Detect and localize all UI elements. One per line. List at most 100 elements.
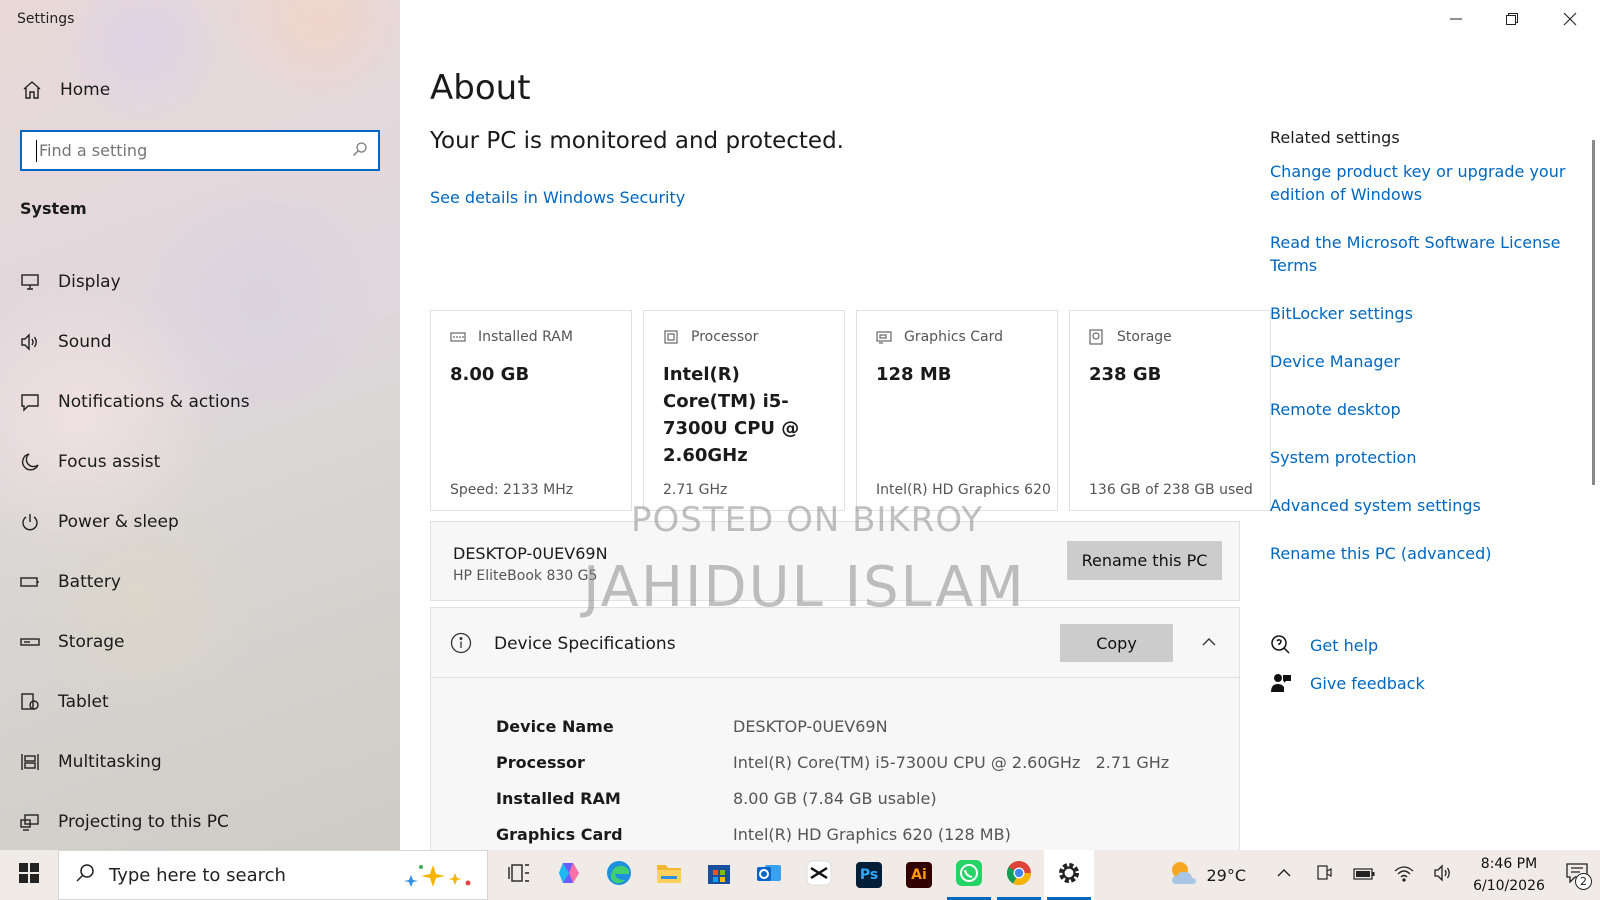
storage-drive-icon: [1089, 329, 1105, 345]
get-help-link[interactable]: Get help: [1270, 626, 1425, 664]
related-link-product-key[interactable]: Change product key or upgrade your editi…: [1270, 160, 1580, 206]
whatsapp-button[interactable]: [944, 850, 994, 900]
weather-widget[interactable]: 29°C: [1168, 850, 1246, 900]
give-feedback-link[interactable]: Give feedback: [1270, 664, 1425, 702]
sidebar-item-label: Projecting to this PC: [58, 812, 229, 832]
sidebar-item-focus-assist[interactable]: Focus assist: [0, 432, 400, 492]
restore-button[interactable]: [1484, 0, 1540, 40]
illustrator-button[interactable]: Ai: [894, 850, 944, 900]
sidebar-item-notifications[interactable]: Notifications & actions: [0, 372, 400, 432]
scrollbar-thumb[interactable]: [1592, 140, 1595, 485]
card-label: Processor: [691, 329, 759, 345]
pc-name-panel: DESKTOP-0UEV69N HP EliteBook 830 G5 Rena…: [430, 521, 1240, 601]
spec-key: Installed RAM: [496, 788, 621, 808]
related-link-system-protection[interactable]: System protection: [1270, 446, 1580, 469]
graphics-card-card: Graphics Card 128 MB Intel(R) HD Graphic…: [856, 310, 1058, 511]
sidebar-item-label: Focus assist: [58, 452, 161, 472]
microsoft-store-icon: [705, 859, 733, 891]
wifi-icon: [1394, 864, 1414, 886]
taskbar: Type here to search Ps Ai 29°C 8:46 PM 6…: [0, 850, 1600, 900]
sidebar-item-multitasking[interactable]: Multitasking: [0, 732, 400, 792]
chrome-icon: [1005, 859, 1033, 891]
sidebar-item-projecting[interactable]: Projecting to this PC: [0, 792, 400, 850]
card-sub: Speed: 2133 MHz: [450, 482, 574, 498]
sidebar-item-power-sleep[interactable]: Power & sleep: [0, 492, 400, 552]
find-setting-input[interactable]: [39, 141, 352, 160]
related-link-rename-advanced[interactable]: Rename this PC (advanced): [1270, 542, 1580, 565]
notification-count-badge: 2: [1575, 873, 1592, 890]
sidebar-item-sound[interactable]: Sound: [0, 312, 400, 372]
get-help-label: Get help: [1310, 635, 1379, 655]
message-icon: [19, 391, 41, 413]
volume-button[interactable]: [1424, 850, 1464, 900]
action-center-button[interactable]: 2: [1554, 850, 1600, 900]
sidebar-item-battery[interactable]: Battery: [0, 552, 400, 612]
section-title-system: System: [20, 199, 87, 218]
copy-button[interactable]: Copy: [1060, 624, 1173, 662]
edge-icon: [605, 859, 633, 891]
copilot-icon: [555, 859, 583, 891]
pc-model: HP EliteBook 830 G5: [453, 568, 598, 584]
chrome-button[interactable]: [994, 850, 1044, 900]
power-icon: [19, 511, 41, 533]
spec-rows: Device Name DESKTOP-0UEV69N Processor In…: [496, 708, 1169, 850]
sidebar-item-storage[interactable]: Storage: [0, 612, 400, 672]
card-label: Storage: [1117, 329, 1172, 345]
chevron-up-icon[interactable]: [1199, 632, 1219, 652]
start-button[interactable]: [0, 850, 58, 900]
related-link-remote-desktop[interactable]: Remote desktop: [1270, 398, 1580, 421]
related-link-bitlocker[interactable]: BitLocker settings: [1270, 302, 1580, 325]
storage-icon: [19, 631, 41, 653]
related-link-advanced-system[interactable]: Advanced system settings: [1270, 494, 1580, 517]
find-setting-search[interactable]: [20, 130, 380, 171]
taskbar-search[interactable]: Type here to search: [58, 850, 488, 900]
illustrator-icon: Ai: [906, 862, 932, 888]
home-nav-item[interactable]: Home: [20, 78, 110, 102]
copilot-button[interactable]: [544, 850, 594, 900]
settings-button[interactable]: [1044, 850, 1094, 900]
search-icon[interactable]: [352, 141, 368, 161]
photoshop-button[interactable]: Ps: [844, 850, 894, 900]
file-explorer-button[interactable]: [644, 850, 694, 900]
sidebar-item-label: Power & sleep: [58, 512, 179, 532]
info-icon: [450, 632, 472, 654]
card-label: Graphics Card: [904, 329, 1004, 345]
page-title: About: [430, 68, 531, 108]
minimize-button[interactable]: [1428, 0, 1484, 40]
show-hidden-icons-button[interactable]: [1264, 850, 1304, 900]
sidebar-item-label: Notifications & actions: [58, 392, 250, 412]
spec-key: Processor: [496, 752, 585, 772]
capcut-button[interactable]: [794, 850, 844, 900]
network-button[interactable]: [1384, 850, 1424, 900]
sidebar-item-tablet[interactable]: Tablet: [0, 672, 400, 732]
close-icon: [1563, 11, 1577, 30]
spec-key: Graphics Card: [496, 824, 623, 844]
weather-partly-cloudy-icon: [1168, 860, 1198, 890]
related-settings: Related settings Change product key or u…: [1270, 128, 1580, 590]
meet-now-button[interactable]: [1304, 850, 1344, 900]
card-value: 128 MB: [876, 364, 952, 385]
spec-value: Intel(R) Core(TM) i5-7300U CPU @ 2.60GHz…: [733, 752, 1170, 772]
related-link-license-terms[interactable]: Read the Microsoft Software License Term…: [1270, 231, 1580, 277]
related-link-device-manager[interactable]: Device Manager: [1270, 350, 1580, 373]
help-section: Get help Give feedback: [1270, 626, 1425, 702]
sidebar-item-label: Multitasking: [58, 752, 162, 772]
edge-button[interactable]: [594, 850, 644, 900]
battery-tray-button[interactable]: [1344, 850, 1384, 900]
outlook-icon: [755, 859, 783, 891]
spec-row: Graphics Card Intel(R) HD Graphics 620 (…: [496, 816, 1169, 850]
windows-logo-icon: [19, 863, 39, 887]
pc-name: DESKTOP-0UEV69N: [453, 544, 608, 563]
close-button[interactable]: [1542, 0, 1598, 40]
clock[interactable]: 8:46 PM 6/10/2026: [1464, 850, 1554, 900]
outlook-button[interactable]: [744, 850, 794, 900]
windows-security-link[interactable]: See details in Windows Security: [430, 188, 685, 207]
photoshop-icon: Ps: [856, 862, 882, 888]
rename-pc-button[interactable]: Rename this PC: [1067, 541, 1222, 580]
clock-date: 6/10/2026: [1473, 878, 1545, 894]
system-tray: 29°C 8:46 PM 6/10/2026 2: [1168, 850, 1600, 900]
device-specifications-header[interactable]: Device Specifications Copy: [431, 608, 1239, 678]
microsoft-store-button[interactable]: [694, 850, 744, 900]
task-view-button[interactable]: [494, 850, 544, 900]
sidebar-item-display[interactable]: Display: [0, 252, 400, 312]
